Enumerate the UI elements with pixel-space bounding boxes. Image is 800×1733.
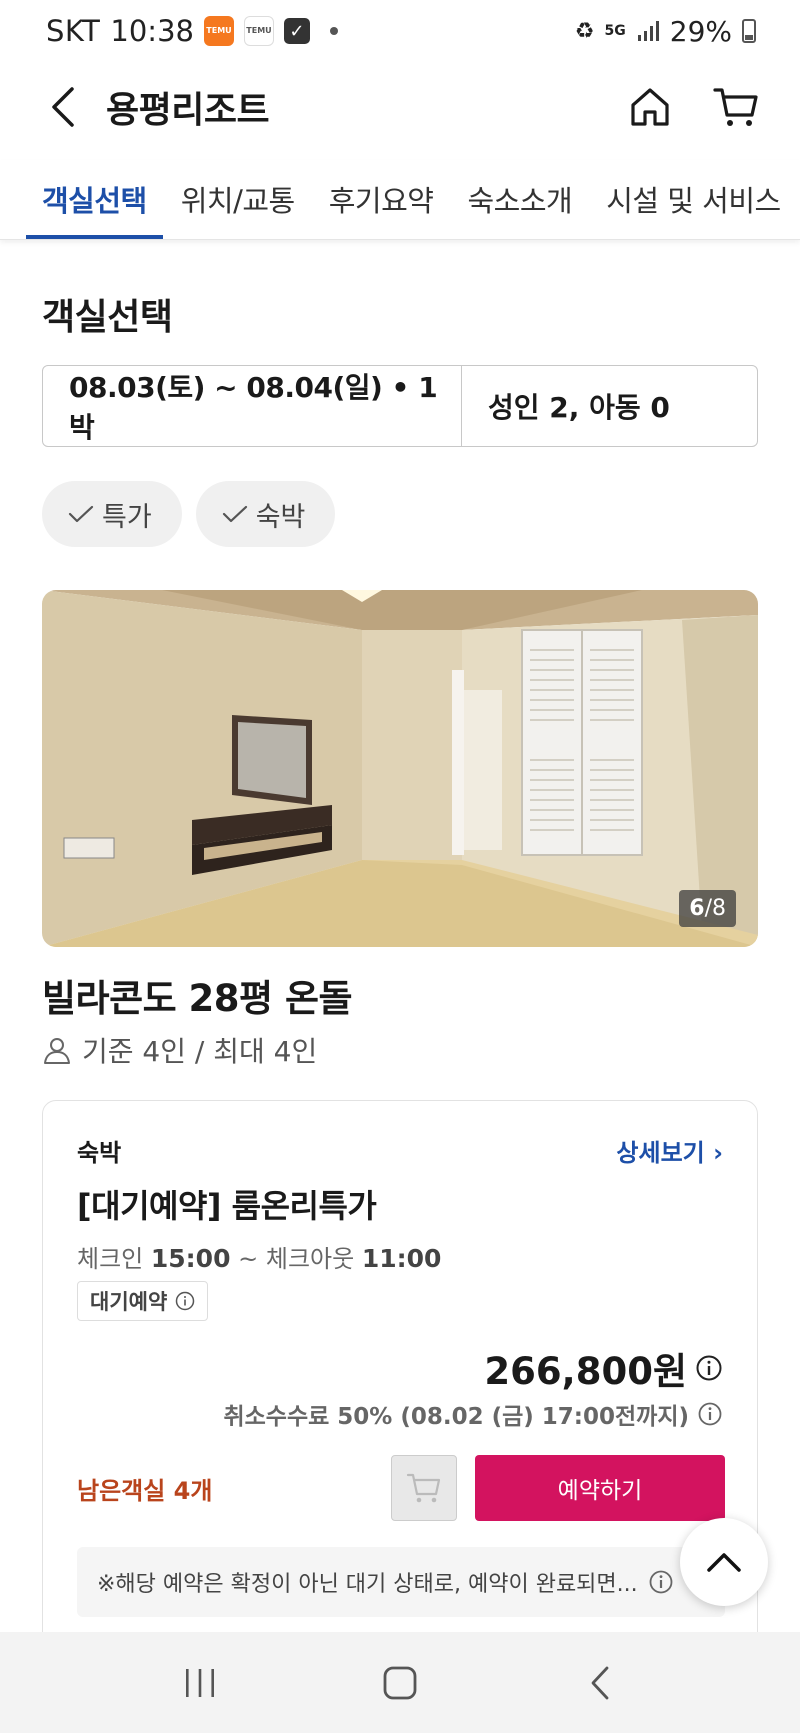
temu-app-icon-2: TEMU xyxy=(243,16,274,46)
tab-property-intro[interactable]: 숙소소개 xyxy=(467,160,572,239)
info-icon xyxy=(176,1291,195,1311)
system-nav-bar xyxy=(0,1632,800,1733)
price-value: 266,800원 xyxy=(484,1350,687,1393)
chevron-up-icon xyxy=(707,1553,741,1572)
tab-room-select[interactable]: 객실선택 xyxy=(26,160,163,239)
rate-name: [대기예약] 룸온리특가 xyxy=(77,1187,377,1225)
more-notifications-icon xyxy=(329,27,338,35)
back-nav-button[interactable] xyxy=(560,1643,640,1723)
filter-chips: 특가 숙박 xyxy=(42,481,336,547)
recycle-icon: ♻ xyxy=(574,18,595,44)
person-icon xyxy=(44,1038,70,1064)
photo-index: 6 xyxy=(689,896,705,921)
status-bar: SKT 10:38 TEMU TEMU ✓ ♻ 5G 29% xyxy=(0,0,800,62)
room-name: 빌라콘도 28평 온돌 xyxy=(42,977,353,1020)
check-icon xyxy=(222,505,247,523)
app-header: 용평리조트 xyxy=(0,62,800,152)
carrier-label: SKT xyxy=(46,14,101,48)
cart-icon xyxy=(713,88,758,126)
detail-link-label: 상세보기 xyxy=(616,1139,705,1167)
checkin-checkout: 체크인 15:00 ~ 체크아웃 11:00 xyxy=(77,1239,441,1274)
guest-count-field[interactable]: 성인 2, 아동 0 xyxy=(462,366,757,446)
battery-icon xyxy=(742,19,756,43)
cancel-fee-text: 취소수수료 50% (08.02 (금) 17:00전까지) xyxy=(223,1404,689,1430)
back-chevron-icon xyxy=(591,1666,609,1699)
clock: 10:38 xyxy=(110,14,194,48)
filter-chip-stay[interactable]: 숙박 xyxy=(195,481,336,547)
cart-button[interactable] xyxy=(712,83,760,131)
cart-icon xyxy=(406,1473,441,1503)
tab-facilities[interactable]: 시설 및 서비스 xyxy=(606,160,781,239)
checkout-time: 11:00 xyxy=(361,1244,442,1273)
status-right: ♻ 5G 29% xyxy=(575,15,756,48)
home-button[interactable] xyxy=(626,83,674,131)
home-square-icon xyxy=(383,1666,417,1699)
header-actions xyxy=(626,83,760,131)
checkin-time: 15:00 xyxy=(150,1244,231,1273)
network-type-icon: 5G xyxy=(604,23,626,39)
info-icon xyxy=(649,1570,673,1594)
signal-icon xyxy=(637,21,659,41)
chevron-left-icon xyxy=(52,87,74,127)
notice-text: ※해당 예약은 확정이 아닌 대기 상태로, 예약이 완료되면... xyxy=(97,1572,638,1597)
checkout-label: 체크아웃 xyxy=(265,1245,355,1273)
rate-type: 숙박 xyxy=(77,1139,122,1167)
tab-review-summary[interactable]: 후기요약 xyxy=(329,160,434,239)
detail-link[interactable]: 상세보기 › xyxy=(616,1133,723,1168)
check-notification-icon: ✓ xyxy=(283,18,310,44)
home-nav-button[interactable] xyxy=(360,1643,440,1723)
scroll-to-top-button[interactable] xyxy=(680,1518,768,1606)
waitlist-notice[interactable]: ※해당 예약은 확정이 아닌 대기 상태로, 예약이 완료되면... xyxy=(77,1547,725,1617)
section-title: 객실선택 xyxy=(42,297,173,338)
home-icon xyxy=(631,88,669,126)
recent-apps-button[interactable] xyxy=(160,1643,240,1723)
info-icon[interactable] xyxy=(697,1401,723,1427)
temu-app-icon: TEMU xyxy=(203,16,234,46)
price: 266,800원 xyxy=(484,1341,723,1395)
date-guest-selector: 08.03(토) ~ 08.04(일) • 1박 성인 2, 아동 0 xyxy=(42,365,758,447)
cancel-fee: 취소수수료 50% (08.02 (금) 17:00전까지) xyxy=(223,1397,723,1431)
date-range-field[interactable]: 08.03(토) ~ 08.04(일) • 1박 xyxy=(43,366,462,446)
book-button[interactable]: 예약하기 xyxy=(475,1455,725,1521)
back-button[interactable] xyxy=(48,77,88,137)
battery-percent: 29% xyxy=(669,14,732,48)
info-icon[interactable] xyxy=(695,1354,723,1382)
room-photo xyxy=(42,590,758,947)
status-left: SKT 10:38 TEMU TEMU ✓ xyxy=(46,14,338,48)
filter-chip-label: 특가 xyxy=(102,501,152,533)
add-to-cart-button[interactable] xyxy=(391,1455,457,1521)
chevron-right-icon: › xyxy=(713,1139,723,1167)
room-capacity: 기준 4인 / 최대 4인 xyxy=(42,1030,317,1070)
waitlist-badge-label: 대기예약 xyxy=(90,1290,168,1314)
recent-apps-icon xyxy=(186,1668,214,1697)
room-photo-carousel[interactable]: 6/8 xyxy=(42,590,758,947)
photo-counter: 6/8 xyxy=(679,890,736,927)
filter-chip-special[interactable]: 특가 xyxy=(42,481,182,547)
page-title: 용평리조트 xyxy=(106,90,270,131)
check-icon xyxy=(68,505,94,523)
section-tabs: 객실선택 위치/교통 후기요약 숙소소개 시설 및 서비스 xyxy=(0,160,800,240)
tab-location[interactable]: 위치/교통 xyxy=(181,160,296,239)
time-separator: ~ xyxy=(238,1245,259,1273)
checkin-label: 체크인 xyxy=(77,1245,144,1273)
rooms-left: 남은객실 4개 xyxy=(77,1477,213,1505)
waitlist-badge[interactable]: 대기예약 xyxy=(77,1281,209,1321)
filter-chip-label: 숙박 xyxy=(255,501,306,533)
capacity-text: 기준 4인 / 최대 4인 xyxy=(82,1035,318,1068)
photo-total: /8 xyxy=(704,896,726,921)
